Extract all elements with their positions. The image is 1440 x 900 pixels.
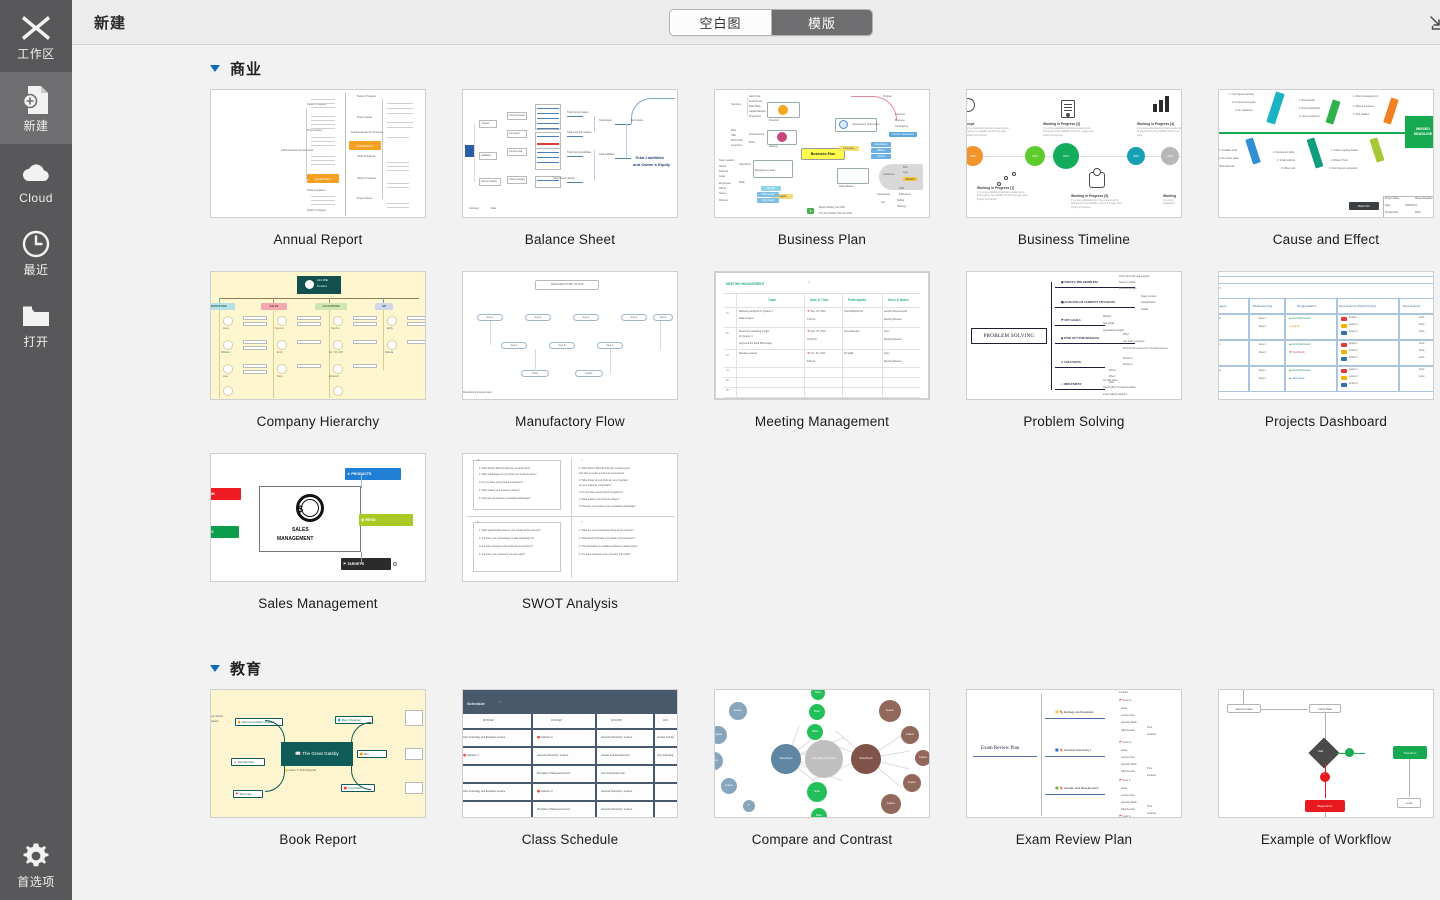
template-card-balance-sheet[interactable]: Assets Liabilities Owner's Equity Curren… [462, 89, 714, 271]
search-icon [967, 98, 975, 112]
template-thumbnail[interactable]: 2012 2013 2014 2015 2016 Concept It is a… [966, 89, 1182, 218]
template-card-compare-and-contrast[interactable]: Something A Something B Something In Com… [714, 689, 966, 871]
template-card-sales-management[interactable]: $ SALES MANAGEMENT ⬛ CRM ALYSIS ★ PRODUC… [210, 453, 462, 635]
template-card-swot-analysis[interactable]: S T W O 1. What factors filled all what … [462, 453, 714, 635]
sidebar-item-label: 首选项 [17, 874, 55, 889]
template-thumbnail[interactable]: $ SALES MANAGEMENT ⬛ CRM ALYSIS ★ PRODUC… [210, 453, 426, 582]
template-name: Sales Management [258, 596, 378, 611]
template-thumbnail[interactable]: Business Plan Financial Strategy Managem… [714, 89, 930, 218]
clock-icon [21, 229, 51, 259]
workspace-icon [21, 13, 51, 43]
template-thumbnail[interactable]: PROBLEM SOLVING ◉ WHAT'S THE PROBLEM ▣ A… [966, 271, 1182, 400]
template-name: Example of Workflow [1260, 832, 1392, 847]
template-card-annual-report[interactable]: QUARTER 1 Tasks in Progress Project Issu… [210, 89, 462, 271]
template-name: Meeting Management [754, 414, 890, 429]
template-card-business-plan[interactable]: Business Plan Financial Strategy Managem… [714, 89, 966, 271]
view-mode-segmented-control[interactable]: 空白图 模版 [669, 9, 873, 36]
sidebar-item-workspace[interactable]: 工作区 [0, 0, 72, 72]
template-name: Business Plan [777, 232, 867, 247]
sidebar-item-recent[interactable]: 最近 [0, 216, 72, 288]
template-name: Book Report [279, 832, 357, 847]
milestone-dot: 2015 [1127, 147, 1145, 165]
tab-templates[interactable]: 模版 [771, 10, 872, 35]
template-grid-business: QUARTER 1 Tasks in Progress Project Issu… [72, 89, 1440, 635]
template-grid-education: 📖 The Great Gatsby 📒 Author: F. Scott Fi… [72, 689, 1440, 871]
template-card-meeting-management[interactable]: MEETING MANAGEMENT ✎ Topic Date & Time P… [714, 271, 966, 453]
template-card-class-schedule[interactable]: Schedule ✎ 08:30 AM 10:00 AM 02:00 PM 04… [462, 689, 714, 871]
template-name: Compare and Contrast [751, 832, 893, 847]
template-name: SWOT Analysis [521, 596, 619, 611]
template-name: Business Timeline [1017, 232, 1131, 247]
template-thumbnail[interactable]: John DOE President MARKETING SALES ACCOU… [210, 271, 426, 400]
import-download-icon[interactable] [1424, 11, 1440, 35]
template-card-company-hierarchy[interactable]: John DOE President MARKETING SALES ACCOU… [210, 271, 462, 453]
sidebar-item-label: 工作区 [17, 46, 55, 61]
chevron-down-icon[interactable] [210, 664, 220, 672]
sidebar-item-label: Cloud [19, 190, 53, 205]
template-thumbnail[interactable]: Something A Something B Something In Com… [714, 689, 930, 818]
template-thumbnail[interactable]: MANUFACTORY FLOW Step 1 Step 2 Step 3 St… [462, 271, 678, 400]
template-card-cause-and-effect[interactable]: MISSED DEADLINE 1. No progress tracking 2… [1218, 89, 1440, 271]
new-document-icon [21, 85, 51, 115]
sidebar-item-label: 最近 [23, 262, 49, 277]
top-header: 新建 空白图 模版 [72, 0, 1440, 45]
milestone-dot: 2013 [1025, 146, 1045, 166]
sidebar-item-new[interactable]: 新建 [0, 72, 72, 144]
main-area: 新建 空白图 模版 商业 QUARTER 1 Tasks in Progress… [72, 0, 1440, 900]
template-card-book-report[interactable]: 📖 The Great Gatsby 📒 Author: F. Scott Fi… [210, 689, 462, 871]
template-card-projects-dashboard[interactable]: D ✎ oject Manager Brainstorming Progress… [1218, 271, 1440, 453]
sidebar-item-cloud[interactable]: Cloud [0, 144, 72, 216]
template-thumbnail[interactable]: Exam Review Plan 🟡 🔖 Ecology and Evoluti… [966, 689, 1182, 818]
chevron-down-icon[interactable] [210, 64, 220, 72]
template-card-problem-solving[interactable]: PROBLEM SOLVING ◉ WHAT'S THE PROBLEM ▣ A… [966, 271, 1218, 453]
template-name: Annual Report [273, 232, 363, 247]
template-card-business-timeline[interactable]: 2012 2013 2014 2015 2016 Concept It is a… [966, 89, 1218, 271]
template-thumbnail[interactable]: QUARTER 1 Tasks in Progress Project Issu… [210, 89, 426, 218]
template-gallery[interactable]: 商业 QUARTER 1 Tasks in Progress Project I… [72, 45, 1440, 900]
section-title: 教育 [230, 660, 263, 678]
sidebar-item-label: 新建 [23, 118, 49, 133]
template-name: Manufactory Flow [515, 414, 625, 429]
template-name: Cause and Effect [1272, 232, 1380, 247]
template-name: Balance Sheet [524, 232, 616, 247]
section-header-business[interactable]: 商业 [72, 53, 1440, 83]
bar-chart-icon [1153, 104, 1157, 112]
section-title: 商业 [230, 60, 263, 78]
template-name: Class Schedule [521, 832, 619, 847]
template-card-example-of-workflow[interactable]: Receive Data Verify Data Valid ✓ Transfo… [1218, 689, 1440, 871]
template-thumbnail[interactable]: D ✎ oject Manager Brainstorming Progress… [1218, 271, 1434, 400]
section-header-education[interactable]: 教育 [72, 653, 1440, 683]
template-thumbnail[interactable]: Receive Data Verify Data Valid ✓ Transfo… [1218, 689, 1434, 818]
left-sidebar: 工作区 新建 Cloud 最近 打开 首选项 [0, 0, 72, 900]
template-thumbnail[interactable]: 📖 The Great Gatsby 📒 Author: F. Scott Fi… [210, 689, 426, 818]
milestone-dot: 2012 [967, 146, 983, 166]
template-thumbnail[interactable]: Assets Liabilities Owner's Equity Curren… [462, 89, 678, 218]
template-thumbnail[interactable]: S T W O 1. What factors filled all what … [462, 453, 678, 582]
gear-icon [21, 841, 51, 871]
page-title: 新建 [94, 14, 127, 32]
application-window: 工作区 新建 Cloud 最近 打开 首选项 新建 空白图 模版 商业 QUAR… [0, 0, 1440, 900]
template-name: Projects Dashboard [1264, 414, 1388, 429]
cloud-icon [21, 157, 51, 187]
sidebar-item-preferences[interactable]: 首选项 [0, 828, 72, 900]
template-thumbnail[interactable]: Schedule ✎ 08:30 AM 10:00 AM 02:00 PM 04… [462, 689, 678, 818]
tab-blank-diagram[interactable]: 空白图 [670, 10, 771, 35]
template-name: Company Hierarchy [256, 414, 380, 429]
template-card-manufactory-flow[interactable]: MANUFACTORY FLOW Step 1 Step 2 Step 3 St… [462, 271, 714, 453]
template-thumbnail[interactable]: MEETING MANAGEMENT ✎ Topic Date & Time P… [714, 271, 930, 400]
milestone-dot: 2014 [1053, 143, 1079, 169]
template-thumbnail[interactable]: MISSED DEADLINE 1. No progress tracking 2… [1218, 89, 1434, 218]
template-name: Problem Solving [1023, 414, 1125, 429]
template-card-exam-review-plan[interactable]: Exam Review Plan 🟡 🔖 Ecology and Evoluti… [966, 689, 1218, 871]
sidebar-item-label: 打开 [23, 334, 49, 349]
milestone-dot: 2016 [1161, 147, 1179, 165]
sidebar-item-open[interactable]: 打开 [0, 288, 72, 360]
folder-icon [21, 301, 51, 331]
template-name: Exam Review Plan [1015, 832, 1133, 847]
